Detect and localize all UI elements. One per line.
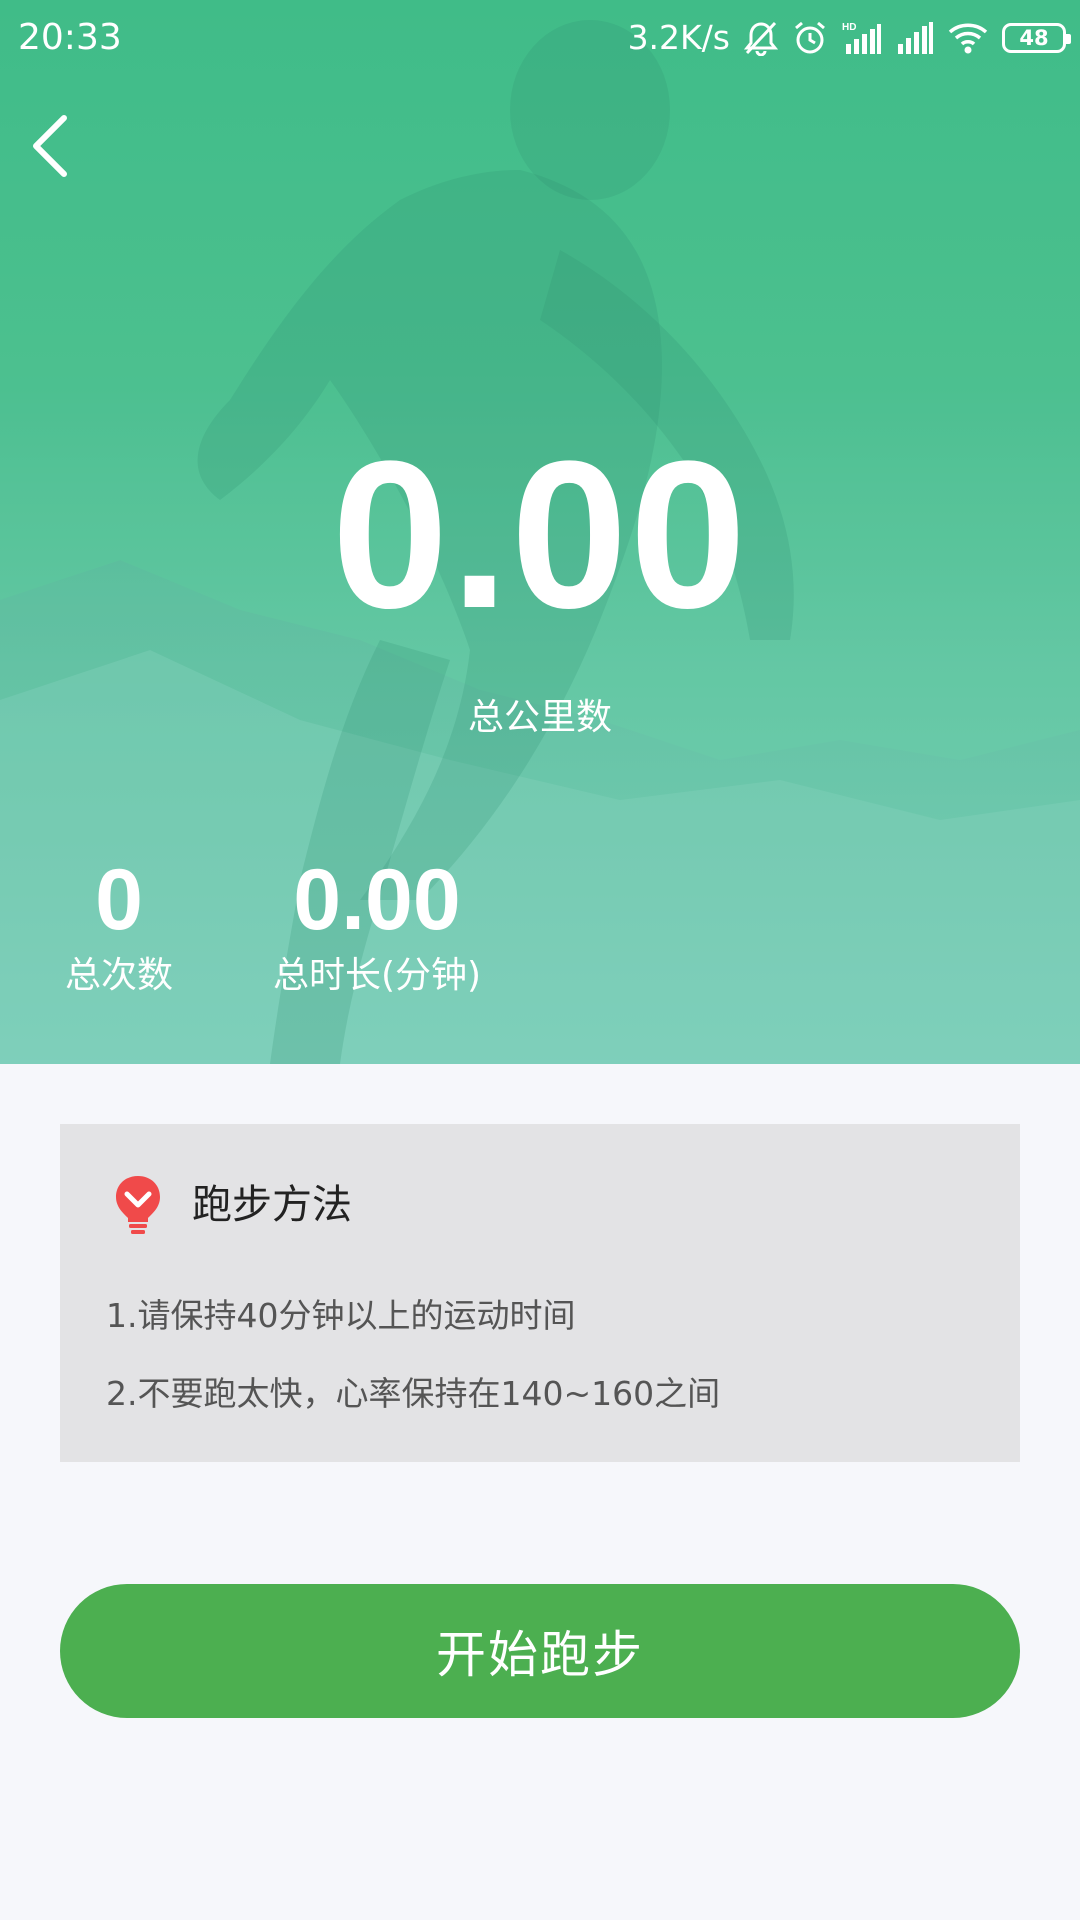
battery-icon: 48 — [1002, 23, 1071, 53]
hd-signal-icon: HD — [842, 22, 881, 54]
start-running-button[interactable]: 开始跑步 — [60, 1584, 1020, 1718]
tips-title: 跑步方法 — [192, 1182, 352, 1228]
lightbulb-icon — [116, 1176, 160, 1234]
status-icons: 3.2K/s HD 48 — [627, 14, 1071, 62]
total-km-section: 0.00 总公里数 — [0, 420, 1080, 742]
battery-level: 48 — [1019, 26, 1049, 50]
total-km-value: 0.00 — [331, 417, 749, 652]
status-time: 20:33 — [18, 17, 122, 58]
total-duration-stat: 0.00 总时长(分钟) — [262, 852, 492, 1000]
notifications-muted-icon — [744, 21, 778, 56]
alarm-clock-icon — [795, 21, 825, 54]
cell-signal-icon — [898, 22, 933, 54]
tips-item-2: 2.不要跑太快，心率保持在140~160之间 — [106, 1374, 721, 1413]
total-duration-value: 0.00 — [293, 852, 461, 948]
wifi-icon — [948, 23, 988, 54]
tips-item-1: 1.请保持40分钟以上的运动时间 — [106, 1296, 576, 1335]
back-button[interactable] — [20, 104, 90, 188]
total-runs-stat: 0 总次数 — [52, 852, 186, 1000]
total-runs-value: 0 — [95, 852, 143, 948]
total-duration-label: 总时长(分钟) — [272, 955, 482, 996]
tips-header: 跑步方法 — [112, 1174, 352, 1236]
hero-banner: 20:33 3.2K/s HD 48 0.00 总公里数 0 总次数 0.00 … — [0, 0, 1080, 1064]
svg-text:HD: HD — [842, 22, 856, 33]
running-screen: 20:33 3.2K/s HD 48 0.00 总公里数 0 总次数 0.00 … — [0, 0, 1080, 1920]
chevron-left-icon — [33, 115, 67, 177]
status-bar: 20:33 3.2K/s HD 48 — [0, 0, 1080, 76]
network-speed: 3.2K/s — [627, 18, 730, 57]
total-km-label: 总公里数 — [467, 697, 612, 738]
total-runs-label: 总次数 — [64, 955, 173, 996]
